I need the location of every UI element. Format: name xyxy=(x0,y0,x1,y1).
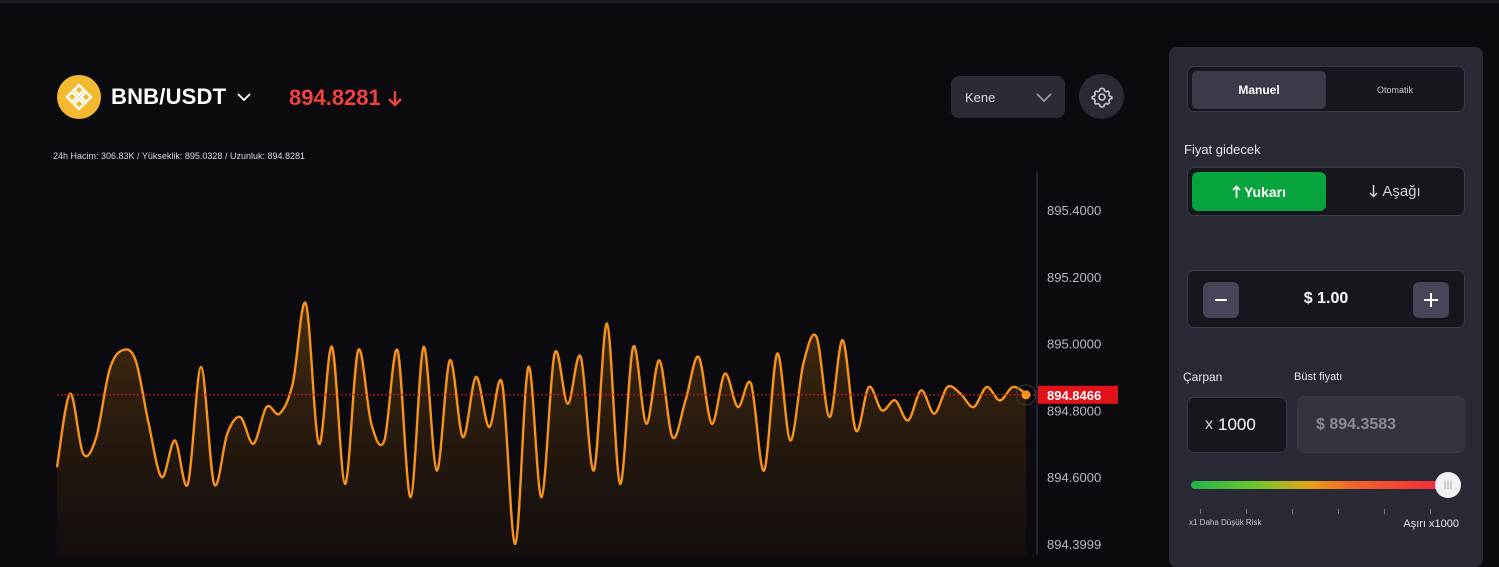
bust-price-label: Büst fiyatı xyxy=(1294,371,1343,383)
slider-tick xyxy=(1338,509,1339,514)
chevron-down-icon xyxy=(1036,93,1052,103)
y-tick-label: 894.8000 xyxy=(1047,403,1101,418)
multiplier-label: Çarpan xyxy=(1183,370,1223,384)
y-tick-label: 895.2000 xyxy=(1047,270,1101,285)
y-tick-label: 895.4000 xyxy=(1047,203,1101,218)
tab-automatic[interactable]: Otomatik xyxy=(1330,71,1460,109)
tab-manual[interactable]: Manuel xyxy=(1192,71,1326,109)
slider-tick xyxy=(1292,509,1293,514)
down-button[interactable]: Aşağı xyxy=(1330,172,1460,211)
slider-tick xyxy=(1246,509,1247,514)
mode-toggle: Manuel Otomatik xyxy=(1187,66,1465,112)
arrow-down-icon xyxy=(1369,185,1378,198)
y-tick-label: 894.6000 xyxy=(1047,470,1101,485)
direction-toggle: Yukarı Aşağı xyxy=(1187,167,1465,216)
slider-tick xyxy=(1200,509,1201,514)
current-price-dot xyxy=(1021,390,1031,400)
interval-value: Kene xyxy=(965,89,996,105)
slider-tick xyxy=(1384,509,1385,514)
risk-low-label: x1 Daha Düşük Risk xyxy=(1189,518,1262,527)
top-divider xyxy=(0,0,1499,3)
price-area-fill xyxy=(57,302,1026,555)
grip-icon xyxy=(1444,481,1452,489)
risk-high-label: Aşırı x1000 xyxy=(1403,518,1459,530)
increase-button[interactable] xyxy=(1413,282,1449,318)
current-price: 894.8281 xyxy=(289,85,403,111)
price-value: 894.8281 xyxy=(289,85,381,110)
up-label: Yukarı xyxy=(1243,183,1287,200)
arrow-down-icon xyxy=(387,91,402,107)
gear-icon xyxy=(1090,86,1113,108)
y-tick-label: 894.3999 xyxy=(1047,537,1101,552)
chevron-down-icon xyxy=(237,93,251,102)
multiplier-input[interactable]: x 1000 xyxy=(1187,397,1287,453)
y-tick-label: 895.0000 xyxy=(1047,337,1101,352)
bnb-coin-icon xyxy=(57,75,101,119)
direction-label: Fiyat gidecek xyxy=(1184,142,1261,157)
bust-price-field: $ 894.3583 xyxy=(1297,396,1465,453)
interval-dropdown[interactable]: Kene xyxy=(951,76,1065,118)
multiplier-prefix: x xyxy=(1205,416,1213,433)
price-chart: 895.4000 895.2000 895.0000 894.8000 894.6000… xyxy=(55,172,1118,555)
current-price-badge-label: 894.8466 xyxy=(1047,388,1101,403)
multiplier-slider[interactable] xyxy=(1191,481,1451,489)
plus-icon xyxy=(1424,293,1438,307)
arrow-up-icon xyxy=(1232,184,1241,198)
up-button[interactable]: Yukarı xyxy=(1192,172,1326,211)
market-stats: 24h Hacim: 306.83K / Yükseklik: 895.0328… xyxy=(53,151,305,161)
settings-button[interactable] xyxy=(1079,74,1124,119)
pair-selector[interactable]: BNB/USDT xyxy=(57,75,252,119)
pair-name: BNB/USDT xyxy=(111,84,227,109)
slider-tick xyxy=(1430,509,1431,514)
trade-panel: Manuel Otomatik Fiyat gidecek Yukarı Aşa… xyxy=(1169,47,1483,567)
down-label: Aşağı xyxy=(1382,183,1421,200)
amount-stepper: $ 1.00 xyxy=(1187,270,1465,328)
multiplier-value: 1000 xyxy=(1218,415,1256,434)
slider-handle[interactable] xyxy=(1435,472,1461,498)
